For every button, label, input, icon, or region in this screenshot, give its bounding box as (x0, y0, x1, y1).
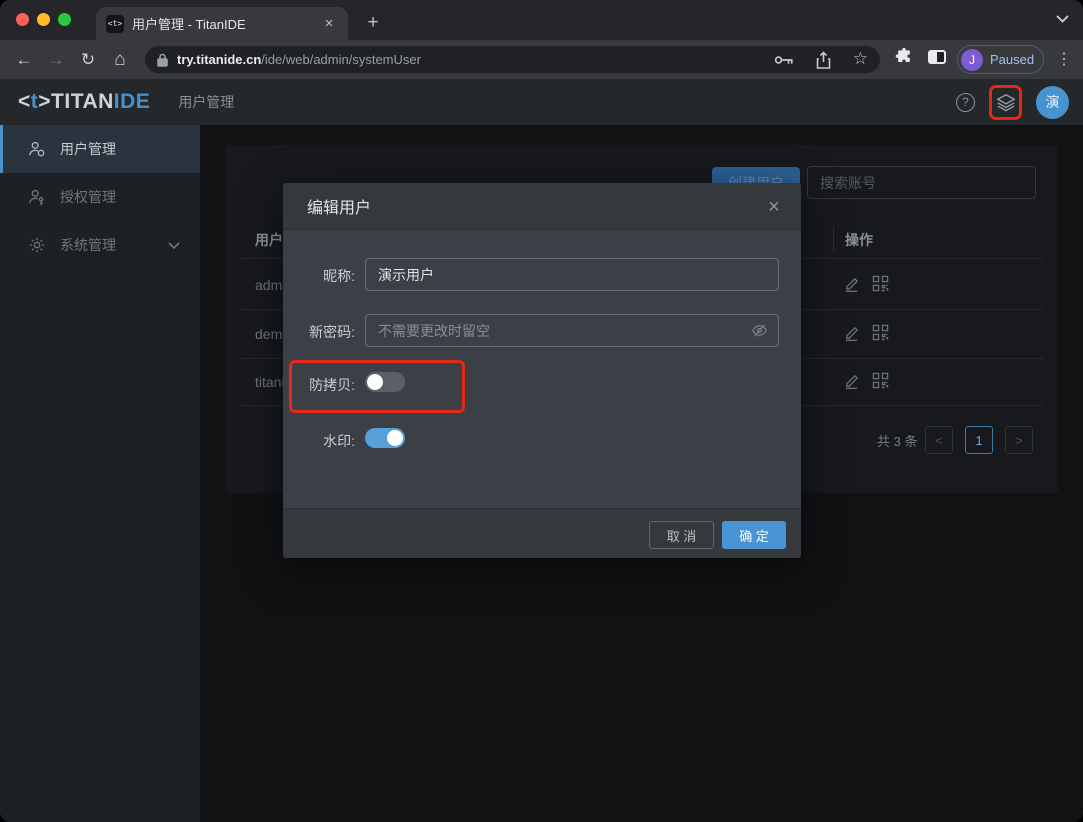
edit-icon[interactable] (843, 372, 860, 389)
nickname-input[interactable] (365, 258, 779, 291)
sidebar-item-label: 系统管理 (60, 235, 116, 255)
tab-search-chevron-icon[interactable] (1056, 15, 1069, 23)
home-button[interactable]: ⌂ (108, 48, 132, 72)
back-button[interactable]: ← (12, 48, 36, 72)
url-path: /ide/web/admin/systemUser (261, 52, 421, 67)
app-header: <t>TITANIDE 用户管理 ? 演 (0, 79, 1083, 125)
sidebar-item-label: 用户管理 (60, 139, 116, 159)
profile-status: Paused (990, 52, 1034, 67)
traffic-lights (16, 13, 71, 26)
edit-user-dialog: 编辑用户 × 昵称: 新密码: 防拷贝: 水印: 取 消 确 定 (283, 183, 801, 558)
watermark-toggle[interactable] (365, 428, 405, 448)
dialog-close-icon[interactable]: × (763, 196, 785, 218)
anticopy-label: 防拷贝: (283, 375, 355, 395)
password-key-icon[interactable] (774, 53, 794, 67)
titanide-logo: <t>TITANIDE (18, 90, 150, 114)
password-label: 新密码: (283, 322, 355, 342)
close-window-button[interactable] (16, 13, 29, 26)
highlight-box-layers (989, 85, 1022, 120)
lock-icon (157, 53, 168, 67)
sidebar: 用户管理 授权管理 系统管理 (0, 125, 200, 822)
help-icon[interactable]: ? (956, 93, 975, 112)
column-header-actions: 操作 (845, 230, 873, 250)
forward-button[interactable]: → (44, 48, 68, 72)
sidebar-item-label: 授权管理 (60, 187, 116, 207)
watermark-label: 水印: (283, 431, 355, 451)
layers-icon[interactable] (996, 92, 1016, 112)
sidebar-item-system[interactable]: 系统管理 (0, 221, 200, 269)
extensions-puzzle-icon[interactable] (894, 47, 914, 67)
password-input[interactable] (365, 314, 779, 347)
url-host: try.titanide.cn (177, 52, 261, 67)
user-icon (28, 140, 46, 158)
tab-close-icon[interactable]: × (320, 15, 338, 33)
nickname-label: 昵称: (283, 266, 355, 286)
pagination-page-1[interactable]: 1 (965, 426, 993, 454)
sidebar-item-authorization[interactable]: 授权管理 (0, 173, 200, 221)
browser-menu-icon[interactable]: ⋮ (1052, 47, 1076, 71)
favicon-icon: <t> (106, 15, 124, 33)
edit-icon[interactable] (843, 324, 860, 341)
eye-off-icon[interactable] (751, 322, 768, 339)
anticopy-toggle[interactable] (365, 372, 405, 392)
titlebar: <t> 用户管理 - TitanIDE × + (0, 0, 1083, 40)
profile-chip[interactable]: J Paused (957, 45, 1044, 74)
tab-title: 用户管理 - TitanIDE (132, 14, 320, 33)
page-title: 用户管理 (178, 92, 234, 112)
qrcode-icon[interactable] (872, 324, 889, 341)
browser-window: <t> 用户管理 - TitanIDE × + ← → ↻ ⌂ try.tita… (0, 0, 1083, 822)
search-input[interactable] (807, 166, 1036, 199)
browser-tab[interactable]: <t> 用户管理 - TitanIDE × (96, 7, 348, 40)
sidebar-item-users[interactable]: 用户管理 (0, 125, 200, 173)
chevron-down-icon (168, 242, 180, 249)
pagination-next-button[interactable]: > (1005, 426, 1033, 454)
address-bar[interactable]: try.titanide.cn/ide/web/admin/systemUser… (145, 46, 880, 73)
new-tab-button[interactable]: + (360, 10, 386, 36)
profile-avatar: J (961, 49, 983, 71)
minimize-window-button[interactable] (37, 13, 50, 26)
bookmark-star-icon[interactable]: ☆ (853, 49, 868, 69)
user-avatar[interactable]: 演 (1036, 86, 1069, 119)
user-key-icon (28, 188, 46, 206)
dialog-title: 编辑用户 (307, 194, 371, 218)
qrcode-icon[interactable] (872, 372, 889, 389)
dialog-header: 编辑用户 × (283, 183, 801, 230)
edit-icon[interactable] (843, 275, 860, 292)
zoom-window-button[interactable] (58, 13, 71, 26)
pagination-prev-button[interactable]: < (925, 426, 953, 454)
share-icon[interactable] (816, 51, 831, 69)
dialog-footer: 取 消 确 定 (283, 508, 801, 558)
cancel-button[interactable]: 取 消 (649, 521, 714, 549)
reload-button[interactable]: ↻ (76, 48, 100, 72)
qrcode-icon[interactable] (872, 275, 889, 292)
side-panel-icon[interactable] (928, 50, 946, 64)
gear-icon (28, 236, 46, 254)
confirm-button[interactable]: 确 定 (722, 521, 786, 549)
pagination-total: 共 3 条 (877, 431, 917, 450)
